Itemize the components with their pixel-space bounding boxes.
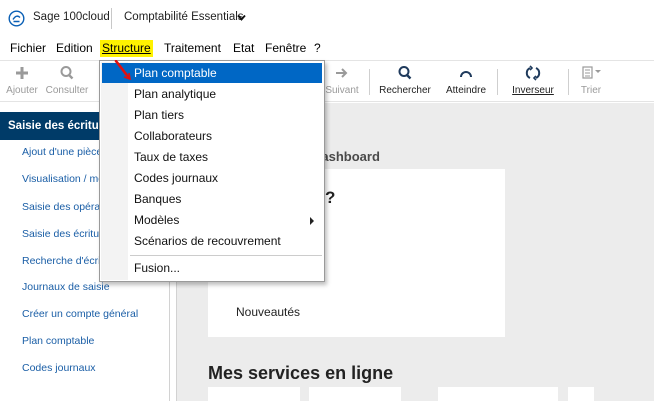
title-bar: Sage 100cloud Comptabilité Essentials [0, 0, 654, 36]
menu-separator [130, 255, 322, 256]
menu-structure[interactable]: Structure [100, 40, 153, 57]
menu-item-modeles[interactable]: Modèles [102, 210, 322, 230]
sort-icon [582, 66, 601, 79]
menu-bar: Fichier Edition Structure Traitement Eta… [0, 38, 654, 58]
service-tile[interactable] [568, 387, 594, 401]
sidebar-link-ajout-piece[interactable]: Ajout d'une pièce [22, 146, 100, 158]
refresh-icon [525, 65, 541, 81]
sidebar-link-recherche-ecritures[interactable]: Recherche d'écritures [22, 255, 100, 267]
menu-help[interactable]: ? [314, 41, 321, 55]
title-divider [111, 8, 112, 29]
consult-button[interactable]: Consulter [38, 64, 96, 96]
menu-item-taux-taxes[interactable]: Taux de taxes [102, 147, 322, 167]
inverter-button[interactable]: Inverseur [502, 64, 564, 96]
toolbar-divider [497, 69, 498, 95]
product-selector[interactable]: Comptabilité Essentials [124, 11, 244, 23]
search-button-label: Rechercher [379, 85, 431, 96]
menu-traitement[interactable]: Traitement [164, 41, 221, 55]
menu-item-modeles-label: Modèles [134, 213, 180, 227]
add-button[interactable]: Ajouter [4, 64, 40, 96]
sidebar-link-saisie-operations[interactable]: Saisie des opérations [22, 201, 100, 213]
chevron-down-icon[interactable] [237, 13, 246, 22]
menu-edition[interactable]: Edition [56, 41, 93, 55]
sidebar-header[interactable]: Saisie des écritures [0, 112, 112, 140]
section-title: Mes services en ligne [208, 363, 394, 383]
toolbar-divider [369, 69, 370, 95]
app-name: Sage 100cloud [33, 11, 110, 23]
annotation-arrow-icon [114, 60, 132, 81]
sort-button[interactable]: Trier [574, 64, 608, 96]
search-button[interactable]: Rechercher [374, 64, 436, 96]
menu-item-scenarios-recouvrement[interactable]: Scénarios de recouvrement [102, 231, 322, 251]
news-label[interactable]: Nouveautés [236, 305, 300, 319]
sidebar-link-journaux-saisie[interactable]: Journaux de saisie [22, 281, 110, 293]
menu-etat[interactable]: Etat [233, 41, 254, 55]
sidebar-link-visualisation[interactable]: Visualisation / modification [22, 173, 100, 185]
sidebar-link-creer-compte[interactable]: Créer un compte général [22, 308, 138, 320]
plus-icon [16, 67, 28, 79]
sort-button-label: Trier [580, 85, 602, 96]
menu-item-plan-analytique[interactable]: Plan analytique [102, 84, 322, 104]
card-heading: ? [325, 188, 336, 207]
sidebar-link-saisie-ecritures[interactable]: Saisie des écritures [22, 228, 100, 240]
next-button-label: Suivant [325, 85, 359, 96]
inverter-button-label: Inverseur [512, 85, 554, 96]
submenu-arrow-icon [310, 217, 314, 225]
consult-button-label: Consulter [45, 85, 89, 96]
sidebar-link-codes-journaux[interactable]: Codes journaux [22, 362, 96, 374]
menu-item-codes-journaux[interactable]: Codes journaux [102, 168, 322, 188]
menu-fenetre[interactable]: Fenêtre [265, 41, 306, 55]
service-tile[interactable] [438, 387, 558, 401]
structure-menu: Plan comptable Plan analytique Plan tier… [99, 60, 325, 282]
sidebar-link-plan-comptable[interactable]: Plan comptable [22, 335, 94, 347]
menu-item-plan-comptable[interactable]: Plan comptable [102, 63, 322, 83]
goto-button[interactable]: Atteindre [438, 64, 494, 96]
menu-item-collaborateurs[interactable]: Collaborateurs [102, 126, 322, 146]
arrow-right-icon [336, 68, 348, 78]
menu-item-plan-tiers[interactable]: Plan tiers [102, 105, 322, 125]
next-button[interactable]: Suivant [319, 64, 365, 96]
search-icon [398, 66, 412, 80]
service-tile[interactable] [208, 387, 300, 401]
goto-button-label: Atteindre [445, 85, 487, 96]
menu-item-banques[interactable]: Banques [102, 189, 322, 209]
goto-icon [460, 71, 472, 78]
service-tile[interactable] [309, 387, 401, 401]
menu-item-fusion[interactable]: Fusion... [102, 258, 322, 278]
menu-fichier[interactable]: Fichier [10, 41, 46, 55]
add-button-label: Ajouter [6, 85, 38, 96]
sage-logo-icon [8, 10, 25, 27]
search-icon [60, 66, 74, 80]
toolbar-divider [568, 69, 569, 95]
